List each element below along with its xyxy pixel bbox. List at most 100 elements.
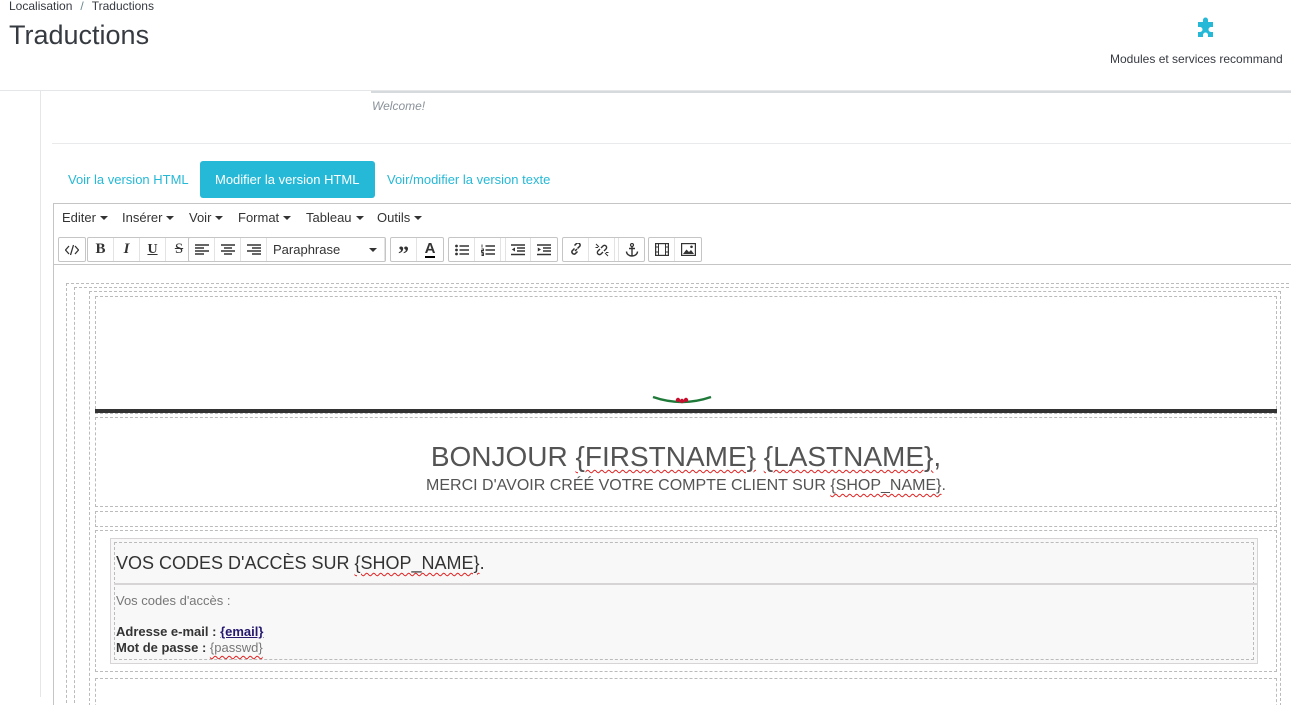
firstname-var: {FIRSTNAME}: [575, 441, 756, 472]
menu-voir[interactable]: Voir: [189, 210, 224, 225]
menu-editer[interactable]: Editer: [62, 210, 108, 225]
rich-text-editor: Editer Insérer Voir Format Tableau Outil…: [53, 203, 1291, 705]
credentials-email-row: Adresse e-mail : {email}: [116, 624, 263, 639]
email-var-link[interactable]: {email}: [220, 624, 263, 639]
editor-toolbar: B I U S Paraphrase ” A: [54, 232, 1291, 265]
credentials-title-rule: [114, 583, 1258, 585]
text-color-button[interactable]: A: [417, 238, 443, 261]
password-var: {passwd}: [209, 640, 263, 655]
tab-edit-text[interactable]: Voir/modifier la version texte: [372, 161, 565, 198]
outdent-icon: [511, 243, 525, 256]
strikethrough-icon: S: [174, 241, 184, 257]
numbered-list-button[interactable]: [475, 238, 501, 261]
remove-link-button[interactable]: [589, 238, 615, 261]
bold-icon: B: [95, 241, 106, 257]
email-label: Adresse e-mail :: [116, 624, 217, 639]
align-center-icon: [220, 243, 235, 256]
toolbar-group-align: Paraphrase: [188, 237, 386, 262]
insert-link-button[interactable]: [563, 238, 589, 261]
anchor-button[interactable]: [618, 238, 644, 261]
recommended-modules-label: Modules et services recommand: [1110, 52, 1283, 66]
text-color-icon: A: [424, 240, 436, 258]
breadcrumb-separator: /: [80, 0, 84, 13]
blockquote-button[interactable]: ”: [391, 238, 417, 264]
bullet-list-icon: [454, 244, 469, 256]
italic-icon: I: [123, 241, 130, 257]
block-format-select[interactable]: Paraphrase: [267, 238, 385, 261]
align-center-button[interactable]: [215, 238, 241, 261]
image-icon: [680, 243, 696, 256]
source-code-button[interactable]: [59, 238, 85, 261]
subject-field-border: [371, 91, 1291, 93]
editor-content[interactable]: BONJOUR {FIRSTNAME} {LASTNAME}, MERCI D'…: [54, 265, 1291, 705]
credentials-intro: Vos codes d'accès :: [116, 593, 231, 608]
page-title: Traductions: [9, 20, 150, 50]
align-left-icon: [194, 243, 209, 256]
numbered-list-icon: [480, 244, 495, 256]
chevron-down-icon: [166, 216, 175, 220]
chevron-down-icon: [355, 216, 364, 220]
italic-button[interactable]: I: [114, 238, 140, 261]
menu-outils[interactable]: Outils: [377, 210, 423, 225]
left-rail: [40, 90, 41, 697]
chevron-down-icon: [215, 216, 224, 220]
align-left-button[interactable]: [189, 238, 215, 261]
code-icon: [65, 244, 79, 256]
chevron-down-icon: [283, 216, 292, 220]
quote-icon: ”: [398, 240, 409, 266]
lastname-var: {LASTNAME}: [763, 441, 934, 472]
toolbar-group-media: [648, 237, 702, 262]
puzzle-icon: [1192, 14, 1220, 47]
recommended-modules-button[interactable]: Modules et services recommand: [1100, 12, 1291, 72]
toolbar-group-lists: [448, 237, 558, 262]
toolbar-group-links: [562, 237, 645, 262]
email-greeting-subtitle: MERCI D'AVOIR CRÉÉ VOTRE COMPTE CLIENT S…: [94, 477, 1278, 495]
greeting-end: ,: [933, 441, 942, 472]
menu-inserer[interactable]: Insérer: [122, 210, 175, 225]
toolbar-group-text-style: B I U S: [87, 237, 193, 262]
menu-format-label: Format: [238, 210, 280, 225]
logo-separator-bar: [95, 409, 1277, 413]
page-header: Localisation / Traductions Traductions Mod…: [0, 0, 1291, 91]
block-format-value: Paraphrase: [273, 242, 341, 257]
tab-view-html[interactable]: Voir la version HTML: [53, 161, 204, 198]
shop-logo: [651, 392, 713, 410]
menu-format[interactable]: Format: [238, 210, 292, 225]
bold-button[interactable]: B: [88, 238, 114, 261]
tab-edit-html[interactable]: Modifier la version HTML: [200, 161, 375, 198]
menu-voir-label: Voir: [189, 210, 212, 225]
bullet-list-button[interactable]: [449, 238, 475, 261]
breadcrumb-item-traductions: Traductions: [91, 0, 154, 13]
toolbar-group-source: [58, 237, 86, 262]
underline-button[interactable]: U: [140, 238, 166, 261]
chevron-down-icon: [369, 248, 377, 252]
menu-tableau[interactable]: Tableau: [306, 210, 364, 225]
align-right-icon: [246, 243, 261, 256]
insert-image-button[interactable]: [675, 238, 701, 261]
unlink-icon: [595, 243, 609, 257]
section-divider: [52, 143, 1291, 144]
password-label: Mot de passe :: [116, 640, 207, 655]
chevron-down-icon: [414, 216, 423, 220]
film-icon: [654, 243, 669, 256]
toolbar-group-quote: ” A: [390, 237, 444, 264]
credentials-title-text: VOS CODES D'ACCÈS SUR: [116, 553, 350, 573]
credentials-title-end: .: [479, 553, 485, 573]
outdent-button[interactable]: [505, 238, 531, 261]
insert-media-button[interactable]: [649, 238, 675, 261]
menu-editer-label: Editer: [62, 210, 96, 225]
subtitle-text: MERCI D'AVOIR CRÉÉ VOTRE COMPTE CLIENT S…: [426, 477, 826, 494]
subtitle-end: .: [941, 477, 946, 494]
menu-tableau-label: Tableau: [306, 210, 352, 225]
spacer-cell-outline: [95, 511, 1277, 527]
underline-icon: U: [147, 241, 158, 257]
anchor-icon: [625, 242, 639, 257]
indent-button[interactable]: [531, 238, 557, 261]
indent-icon: [537, 243, 551, 256]
breadcrumb-item-localisation[interactable]: Localisation: [9, 0, 72, 13]
subject-value: Welcome!: [372, 99, 426, 113]
credentials-password-row: Mot de passe : {passwd}: [116, 640, 263, 655]
shop-name-var: {SHOP_NAME}: [830, 477, 942, 494]
align-right-button[interactable]: [241, 238, 267, 261]
greeting-text: BONJOUR: [430, 441, 568, 472]
